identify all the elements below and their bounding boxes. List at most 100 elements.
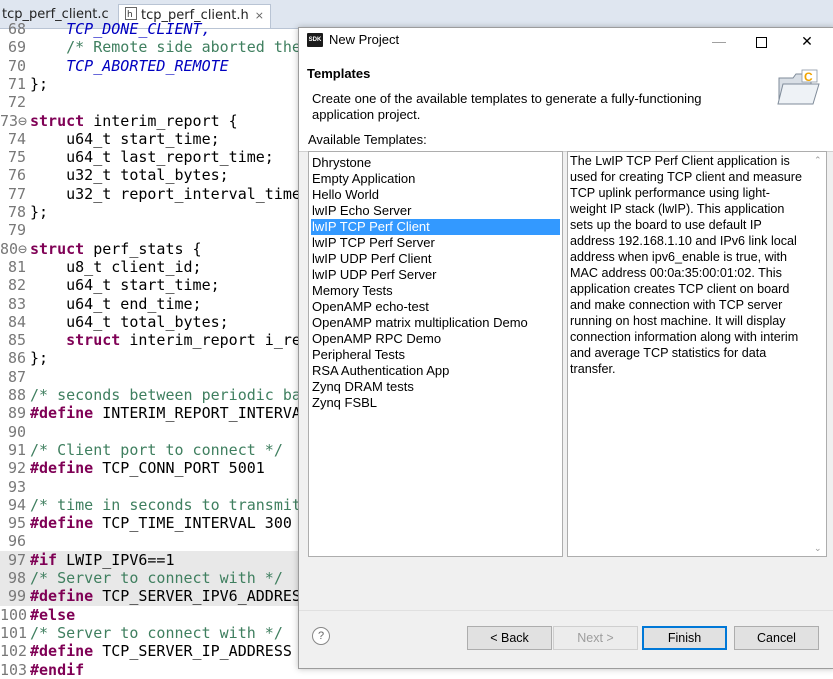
line-number: 74 [7,129,26,148]
code-token: /* Client port to connect */ [30,440,283,459]
template-item[interactable]: RSA Authentication App [311,363,560,379]
code-line: 72 [0,93,300,111]
code-editor[interactable]: 68 TCP_DONE_CLIENT, 69 /* Remote side abo… [0,20,301,679]
code-line: 77 u32_t report_interval_time [0,184,301,203]
template-item[interactable]: OpenAMP matrix multiplication Demo [311,315,560,331]
dialog-title-bar: SDK New Project — ✕ [299,28,833,54]
line-number: 101 [0,623,28,642]
line-number: 82 [7,276,26,295]
code-token: u8_t client_id; [30,257,202,276]
code-token: TCP_DONE_CLIENT, [30,20,211,38]
code-line: 94/* time in seconds to transmit [0,495,301,514]
code-line: 100 #else [0,606,300,624]
header-file-icon [125,4,137,26]
code-token: /* time in seconds to transmit [30,495,301,514]
line-number: 89 [7,404,26,423]
templates-list[interactable]: Dhrystone Empty Application Hello World lwI… [308,151,563,557]
template-item[interactable]: OpenAMP echo-test [311,299,560,315]
code-line: 69 /* Remote side aborted the [0,38,301,56]
code-token: #define [30,642,94,661]
finish-button[interactable]: Finish [642,626,727,650]
code-line: 76 u32_t total_bytes; [0,166,300,184]
line-number: 103 [0,660,28,679]
code-line: 96 [0,532,300,550]
code-line: 75 u64_t last_report_time; [0,148,300,166]
template-item[interactable]: lwIP Echo Server [311,203,560,219]
minimize-button[interactable]: — [704,30,734,52]
code-token: u32_t total_bytes; [30,166,229,185]
code-token: INTERIM_REPORT_INTERVA [93,404,301,423]
line-number: 79 [7,221,26,240]
template-item[interactable]: lwIP TCP Perf Client [311,219,560,235]
header-description: Create one of the available templates to… [312,91,702,122]
maximize-button[interactable] [746,30,776,52]
code-line: 92 #define TCP_CONN_PORT 5001 [0,459,300,477]
template-item[interactable]: Zynq FSBL [311,395,560,411]
code-token: /* Server to connect with */ [30,569,283,587]
code-line: 78}; [0,203,300,221]
line-number: 78 [7,203,26,221]
template-item[interactable]: Memory Tests [311,283,560,299]
line-number: 80⊖ [0,239,28,258]
template-item[interactable]: Peripheral Tests [311,347,560,363]
code-token: u64_t end_time; [30,294,202,313]
code-line: 93 [0,478,300,496]
line-number: 100 [0,605,28,624]
code-token: TCP_SERVER_IPV6_ADDRES [93,587,301,606]
code-token: #endif [30,660,85,679]
new-project-folder-icon: C [777,69,820,105]
next-button[interactable]: Next > [553,626,638,650]
line-number: 73⊖ [0,111,28,130]
line-number: 98 [7,569,26,587]
code-line: 97 #if LWIP_IPV6==1 [0,550,300,569]
template-item[interactable]: lwIP TCP Perf Server [311,235,560,251]
code-token: u32_t report_interval_time [30,184,301,203]
code-token: TCP_TIME_INTERVAL 300 [93,514,292,533]
template-item[interactable]: Empty Application [311,171,560,187]
code-token: #define [30,404,94,423]
cancel-button[interactable]: Cancel [734,626,819,650]
code-token: /* seconds between periodic ba [30,386,301,404]
template-item[interactable]: Zynq DRAM tests [311,379,560,395]
code-token: struct [30,111,85,130]
code-token: struct [30,239,85,258]
template-item[interactable]: Dhrystone [311,155,560,171]
dialog-title: New Project [329,32,400,47]
code-line: 74 u64_t start_time; [0,130,300,148]
template-item[interactable]: OpenAMP RPC Demo [311,331,560,347]
close-button[interactable]: ✕ [792,30,822,52]
code-token: LWIP_IPV6==1 [57,550,175,569]
code-line: 90 [0,423,300,441]
code-line: 85 struct interim_report i_re [0,331,301,349]
code-line: 98/* Server to connect with */ [0,569,300,588]
footer-separator [299,610,833,611]
code-token: TCP_SERVER_IP_ADDRESS [93,642,292,661]
available-templates-label: Available Templates: [308,132,427,147]
scroll-down-icon[interactable]: ⌄ [814,544,824,553]
code-token: u64_t last_report_time; [30,148,274,167]
template-item[interactable]: lwIP UDP Perf Client [311,251,560,267]
code-line: 68 TCP_DONE_CLIENT, [0,20,300,38]
code-line: 91/* Client port to connect */ [0,441,300,459]
line-number: 87 [7,367,26,386]
line-number: 75 [7,148,26,167]
maximize-icon [755,36,767,48]
line-number: 88 [7,386,26,404]
code-token: #define [30,459,94,478]
template-item[interactable]: lwIP UDP Perf Server [311,267,560,283]
code-line: 70 TCP_ABORTED_REMOTE [0,57,300,75]
code-token: interim_report { [84,111,238,130]
code-line: 99 #define TCP_SERVER_IPV6_ADDRES [0,587,301,606]
line-number: 83 [7,294,26,313]
template-item[interactable]: Hello World [311,187,560,203]
code-token: }; [30,203,49,221]
code-token: perf_stats { [84,239,202,258]
scroll-up-icon[interactable]: ⌃ [814,156,824,165]
svg-text:C: C [804,70,813,84]
back-button[interactable]: < Back [467,626,552,650]
code-token: TCP_ABORTED_REMOTE [30,56,229,75]
code-line: 88/* seconds between periodic ba [0,386,301,404]
help-icon[interactable]: ? [312,627,330,645]
code-line: 81 u8_t client_id; [0,258,300,276]
line-number: 92 [7,459,26,478]
